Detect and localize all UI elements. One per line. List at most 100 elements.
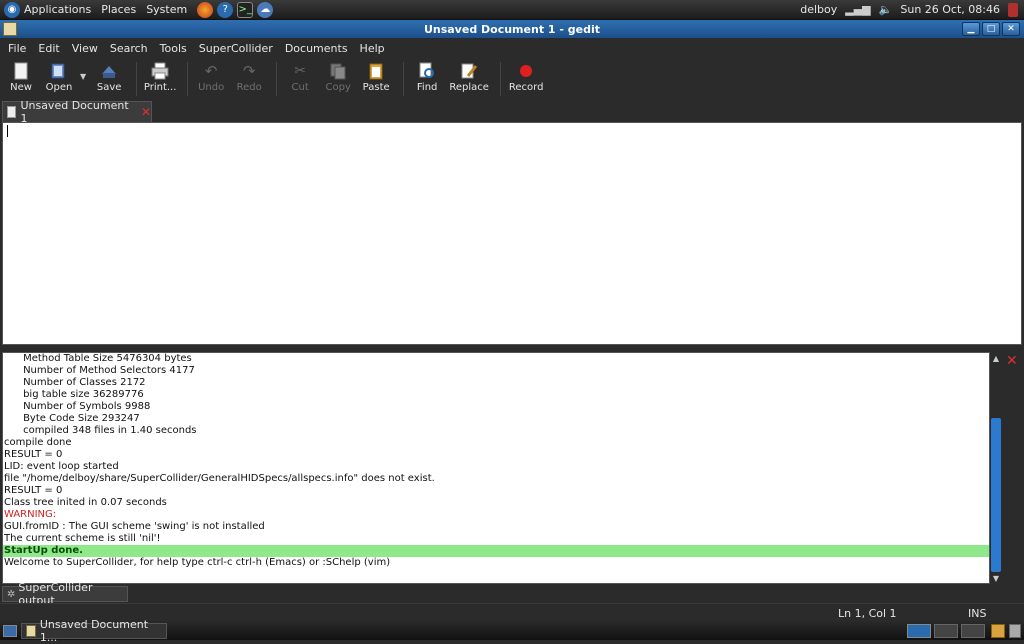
system-tray: delboy ▂▄▆ 🔈 Sun 26 Oct, 08:46: [800, 2, 1024, 17]
network-signal-icon[interactable]: ▂▄▆: [845, 3, 870, 16]
places-menu[interactable]: Places: [101, 3, 136, 16]
menu-help[interactable]: Help: [360, 42, 385, 55]
output-highlighted-line: StartUp done.: [3, 545, 989, 557]
pane-divider[interactable]: [0, 345, 1024, 352]
document-tabbar: Unsaved Document 1 ✕: [0, 99, 1024, 125]
scroll-up-arrow-icon[interactable]: ▲: [990, 352, 1002, 364]
scissors-icon: ✂: [294, 63, 307, 79]
close-window-button[interactable]: ✕: [1002, 22, 1020, 36]
notes-icon[interactable]: [991, 623, 1005, 638]
menu-search[interactable]: Search: [110, 42, 148, 55]
menu-file[interactable]: File: [8, 42, 26, 55]
maximize-button[interactable]: □: [982, 22, 1000, 36]
clock[interactable]: Sun 26 Oct, 08:46: [900, 3, 1000, 16]
supercollider-icon: ✲: [7, 588, 16, 600]
output-line: RESULT = 0: [4, 449, 63, 460]
show-desktop-icon[interactable]: [3, 624, 17, 637]
gedit-task-icon: [26, 624, 36, 637]
minimize-button[interactable]: ▁: [962, 22, 980, 36]
copy-icon: [328, 62, 348, 80]
undo-label: Undo: [198, 82, 225, 93]
menu-documents[interactable]: Documents: [285, 42, 348, 55]
output-warning-line: WARNING:: [4, 509, 57, 520]
user-name[interactable]: delboy: [800, 3, 837, 16]
find-label: Find: [416, 82, 438, 93]
new-document-icon: [11, 62, 31, 80]
new-button[interactable]: New: [4, 62, 38, 93]
applications-menu[interactable]: Applications: [24, 3, 91, 16]
output-line: The current scheme is still 'nil'!: [4, 533, 161, 544]
output-line: Number of Symbols 9988: [4, 401, 151, 412]
cut-label: Cut: [291, 82, 309, 93]
terminal-icon[interactable]: >_: [237, 1, 254, 18]
output-line: Method Table Size 5476304 bytes: [4, 353, 192, 364]
new-label: New: [10, 82, 32, 93]
output-line: compile done: [4, 437, 72, 448]
bottom-taskbar: Unsaved Document 1...: [0, 618, 1024, 644]
toolbar: New Open ▼ Save Print... ↶ Undo ↷ Redo ✂…: [0, 58, 1024, 100]
copy-label: Copy: [325, 82, 351, 93]
trash-icon[interactable]: [1009, 623, 1021, 638]
redo-icon: ↷: [242, 62, 256, 80]
cut-button[interactable]: ✂ Cut: [283, 62, 317, 93]
paste-button[interactable]: Paste: [359, 62, 393, 93]
menu-tools[interactable]: Tools: [160, 42, 187, 55]
toolbar-separator: [136, 62, 138, 96]
printer-icon: [150, 62, 170, 80]
record-button[interactable]: Record: [507, 62, 545, 93]
clipboard-icon: [366, 62, 386, 80]
scroll-down-arrow-icon[interactable]: ▼: [990, 572, 1002, 584]
output-line: Number of Classes 2172: [4, 377, 146, 388]
window-controls: ▁ □ ✕: [962, 22, 1020, 36]
taskbar-window-button[interactable]: Unsaved Document 1...: [21, 618, 167, 644]
logout-icon[interactable]: [1008, 2, 1018, 17]
window-titlebar[interactable]: Unsaved Document 1 - gedit ▁ □ ✕: [0, 20, 1024, 38]
find-icon: [417, 62, 437, 80]
replace-button[interactable]: Replace: [448, 62, 490, 93]
ubuntu-logo-icon[interactable]: ◉: [4, 1, 20, 18]
output-scrollbar[interactable]: ▲ ▼: [990, 352, 1002, 584]
record-icon: [516, 62, 536, 80]
scrollbar-thumb[interactable]: [991, 418, 1001, 572]
toolbar-separator: [187, 62, 189, 96]
copy-button[interactable]: Copy: [321, 62, 355, 93]
firefox-icon[interactable]: [197, 1, 214, 18]
menu-edit[interactable]: Edit: [38, 42, 59, 55]
save-button[interactable]: Save: [92, 62, 126, 93]
open-folder-icon: [49, 62, 69, 80]
tab-supercollider-output[interactable]: ✲ SuperCollider output: [2, 581, 128, 607]
close-pane-icon[interactable]: ✕: [1006, 353, 1018, 369]
undo-button[interactable]: ↶ Undo: [194, 62, 228, 93]
open-label: Open: [45, 82, 73, 93]
text-editor[interactable]: [2, 122, 1022, 345]
tab-unsaved-document[interactable]: Unsaved Document 1 ✕: [2, 99, 152, 125]
find-button[interactable]: Find: [410, 62, 444, 93]
redo-button[interactable]: ↷ Redo: [232, 62, 266, 93]
print-label: Print...: [143, 82, 177, 93]
pidgin-icon[interactable]: ☁: [257, 1, 274, 18]
open-dropdown-arrow-icon[interactable]: ▼: [80, 72, 86, 81]
paste-label: Paste: [362, 82, 390, 93]
menu-view[interactable]: View: [72, 42, 98, 55]
replace-icon: [459, 62, 479, 80]
output-line: LID: event loop started: [4, 461, 119, 472]
print-button[interactable]: Print...: [143, 62, 177, 93]
redo-label: Redo: [236, 82, 262, 93]
window-title: Unsaved Document 1 - gedit: [423, 22, 601, 36]
insert-mode: INS: [968, 607, 987, 620]
help-icon[interactable]: ?: [217, 1, 234, 18]
workspace-switcher-icon[interactable]: [907, 623, 931, 638]
toolbar-separator: [500, 62, 502, 96]
supercollider-output-pane[interactable]: Method Table Size 5476304 bytes Number o…: [2, 352, 990, 584]
workspace-2-icon[interactable]: [934, 623, 958, 638]
tab-close-icon[interactable]: ✕: [141, 105, 151, 119]
output-line: Byte Code Size 293247: [4, 413, 140, 424]
toolbar-separator: [403, 62, 405, 96]
output-line: Welcome to SuperCollider, for help type …: [4, 557, 391, 568]
volume-icon[interactable]: 🔈: [879, 3, 893, 16]
menu-supercollider[interactable]: SuperCollider: [199, 42, 273, 55]
menubar: File Edit View Search Tools SuperCollide…: [0, 38, 1024, 58]
open-button[interactable]: Open: [42, 62, 76, 93]
workspace-3-icon[interactable]: [961, 623, 985, 638]
system-menu[interactable]: System: [146, 3, 187, 16]
